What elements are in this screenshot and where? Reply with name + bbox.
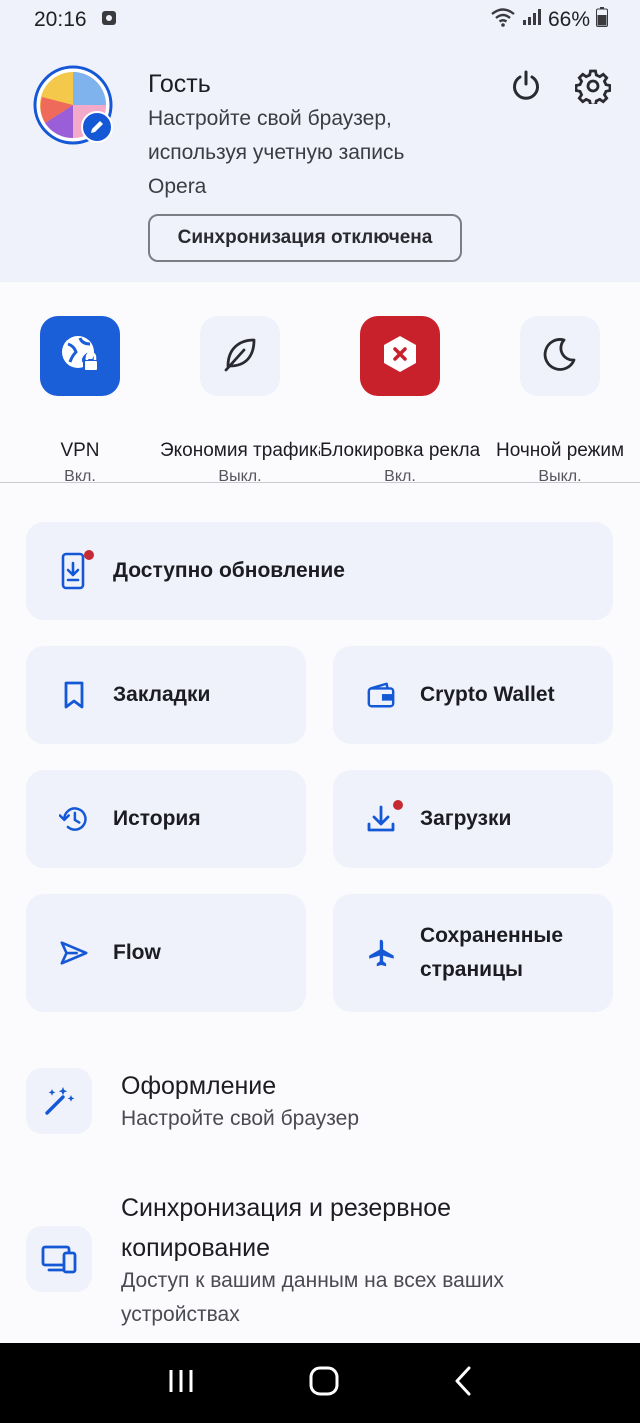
data-saver-tile[interactable] — [200, 316, 280, 396]
night-mode-tile[interactable] — [520, 316, 600, 396]
update-badge — [84, 550, 94, 560]
downloads-badge — [393, 800, 403, 810]
vpn-tile[interactable] — [40, 316, 120, 396]
power-icon[interactable] — [506, 66, 546, 106]
edit-profile-icon[interactable] — [81, 111, 113, 143]
quick-label: Экономия трафика — [160, 440, 320, 461]
flow-card[interactable]: Flow — [26, 894, 306, 1012]
phone-update-icon — [59, 550, 94, 590]
adblock-tile[interactable] — [360, 316, 440, 396]
avatar[interactable] — [33, 65, 113, 145]
quick-label: Ночной режим — [495, 440, 625, 461]
quick-label: VPN — [60, 440, 100, 461]
downloads-card[interactable]: Загрузки — [333, 770, 613, 868]
history-card[interactable]: История — [26, 770, 306, 868]
battery-level: 66% — [547, 8, 590, 31]
update-card[interactable]: Доступно обновление — [26, 522, 613, 620]
crypto-wallet-card[interactable]: Crypto Wallet — [333, 646, 613, 744]
status-time: 20:16 — [34, 8, 87, 31]
wifi-icon — [490, 7, 516, 33]
quick-label: Блокировка рекламы — [320, 440, 480, 461]
back-icon[interactable] — [452, 1365, 474, 1402]
home-icon[interactable] — [308, 1365, 340, 1402]
leaf-icon — [220, 334, 260, 379]
bookmarks-label: Закладки — [113, 683, 211, 706]
bookmarks-card[interactable]: Закладки — [26, 646, 306, 744]
airplane-icon — [366, 938, 396, 968]
gear-icon[interactable] — [573, 66, 613, 106]
system-navigation-bar — [0, 1343, 640, 1423]
wallet-icon — [366, 680, 396, 710]
download-icon — [366, 800, 403, 834]
magic-wand-icon — [26, 1068, 92, 1134]
profile-name: Гость — [148, 70, 211, 98]
ad-block-icon — [378, 332, 422, 381]
appearance-title: Оформление — [121, 1072, 277, 1100]
quick-settings-row: VPN Вкл. Экономия трафика Выкл. Блокиров… — [0, 282, 640, 482]
divider — [0, 482, 640, 483]
screenshot-notification-icon — [101, 8, 117, 32]
profile-description: Настройте свой браузер, используя учетну… — [148, 107, 405, 198]
appearance-item[interactable]: Оформление Настройте свой браузер — [26, 1060, 616, 1160]
send-icon — [59, 938, 89, 968]
saved-pages-label: Сохраненные страницы — [420, 924, 564, 981]
flow-label: Flow — [113, 941, 161, 964]
crypto-wallet-label: Crypto Wallet — [420, 683, 555, 706]
devices-icon — [26, 1226, 92, 1292]
sync-backup-title: Синхронизация и резервное копирование — [121, 1194, 452, 1262]
signal-icon — [522, 8, 542, 32]
status-bar: 20:16 66% — [0, 0, 640, 40]
downloads-label: Загрузки — [420, 807, 512, 830]
history-icon — [59, 804, 89, 834]
quick-state: Вкл. — [64, 468, 96, 482]
appearance-subtitle: Настройте свой браузер — [121, 1107, 360, 1130]
quick-state: Выкл. — [538, 468, 582, 482]
vpn-globe-icon — [58, 332, 102, 381]
quick-state: Вкл. — [384, 468, 416, 482]
sync-backup-subtitle: Доступ к вашим данным на всех ваших устр… — [121, 1269, 504, 1326]
profile-header: Гость Настройте свой браузер, используя … — [0, 40, 640, 282]
bookmark-icon — [59, 680, 89, 710]
moon-icon — [540, 334, 580, 379]
sync-status-button[interactable]: Синхронизация отключена — [148, 214, 462, 262]
update-label: Доступно обновление — [113, 559, 345, 582]
history-label: История — [113, 807, 201, 830]
battery-icon — [596, 7, 608, 33]
recent-apps-icon[interactable] — [166, 1366, 196, 1401]
sync-backup-item[interactable]: Синхронизация и резервное копирование До… — [26, 1188, 616, 1338]
quick-state: Выкл. — [218, 468, 262, 482]
saved-pages-card[interactable]: Сохраненные страницы — [333, 894, 613, 1012]
